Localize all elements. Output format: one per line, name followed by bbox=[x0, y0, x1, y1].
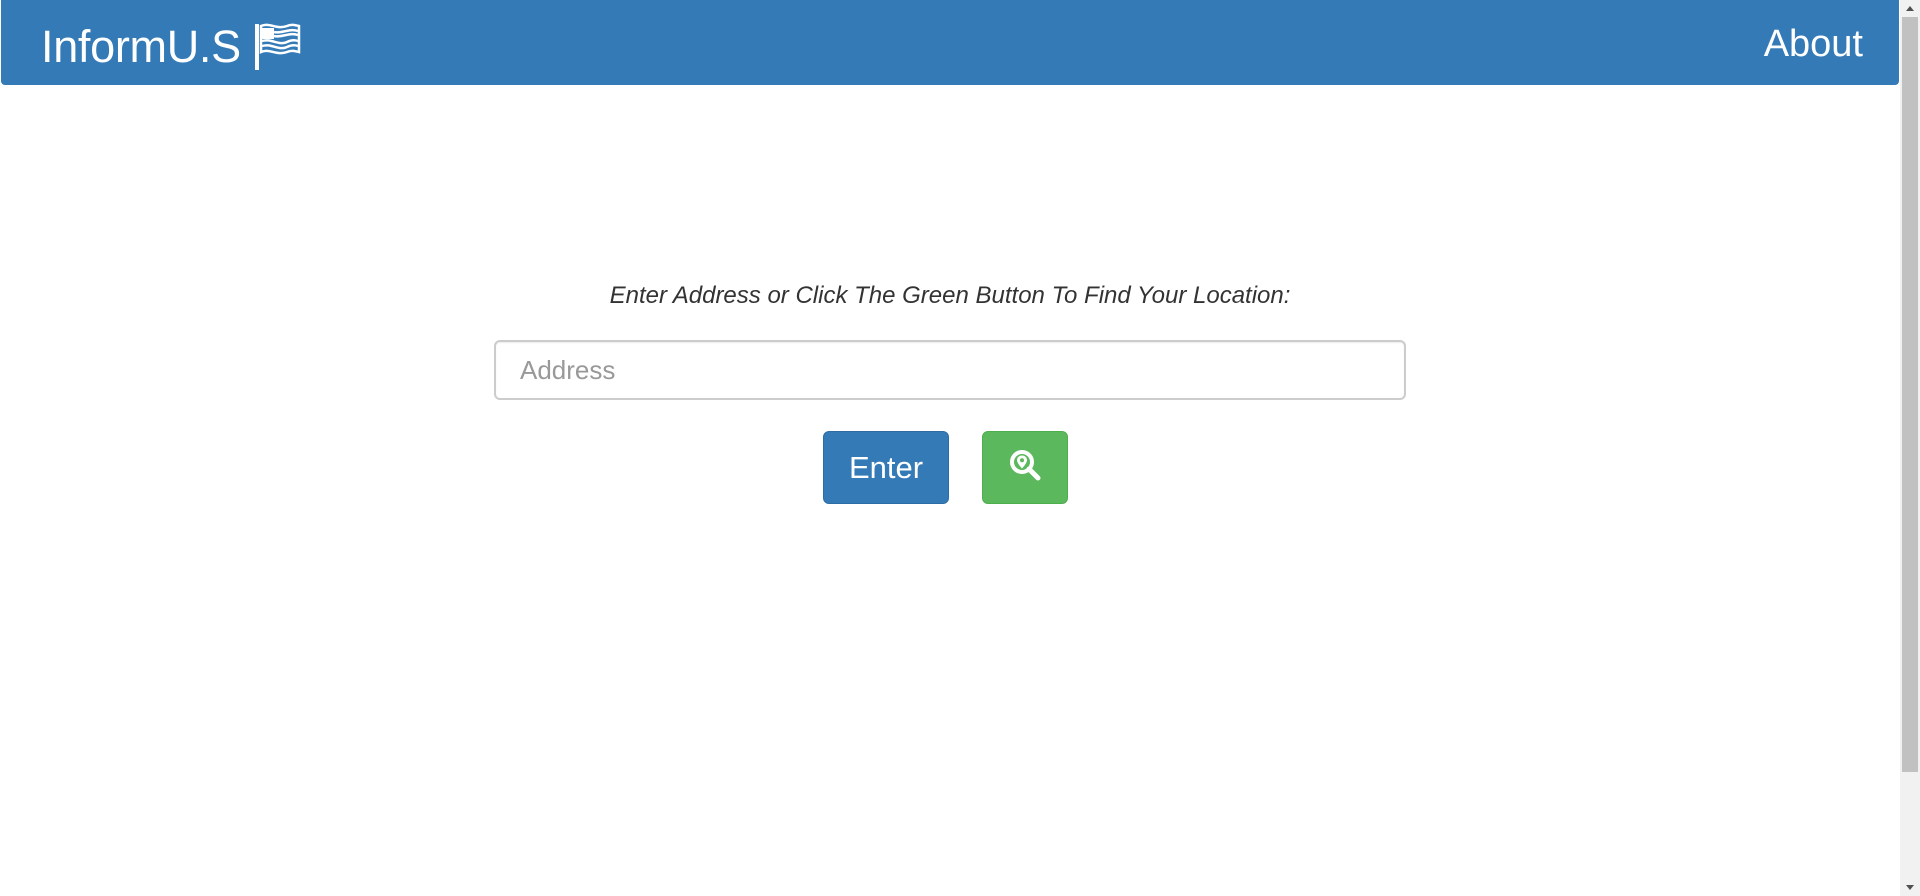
locate-button[interactable] bbox=[982, 431, 1068, 504]
enter-button-label: Enter bbox=[848, 449, 924, 485]
vertical-scrollbar[interactable] bbox=[1900, 0, 1920, 896]
address-prompt: Enter Address or Click The Green Button … bbox=[609, 282, 1291, 309]
about-link[interactable]: About bbox=[1764, 20, 1863, 68]
scroll-up-arrow-icon[interactable] bbox=[1900, 0, 1920, 17]
brand[interactable]: InformU.S bbox=[41, 21, 301, 73]
location-search-icon bbox=[1009, 449, 1041, 486]
brand-title: InformU.S bbox=[41, 21, 241, 72]
scroll-down-arrow-icon[interactable] bbox=[1900, 879, 1920, 896]
enter-button[interactable]: Enter bbox=[823, 431, 949, 504]
navbar: InformU.S About bbox=[1, 0, 1899, 85]
scrollbar-thumb[interactable] bbox=[1902, 17, 1918, 772]
address-input[interactable] bbox=[494, 340, 1406, 400]
flag-icon bbox=[253, 22, 301, 72]
page: InformU.S About Enter Address or Click T… bbox=[0, 0, 1920, 896]
